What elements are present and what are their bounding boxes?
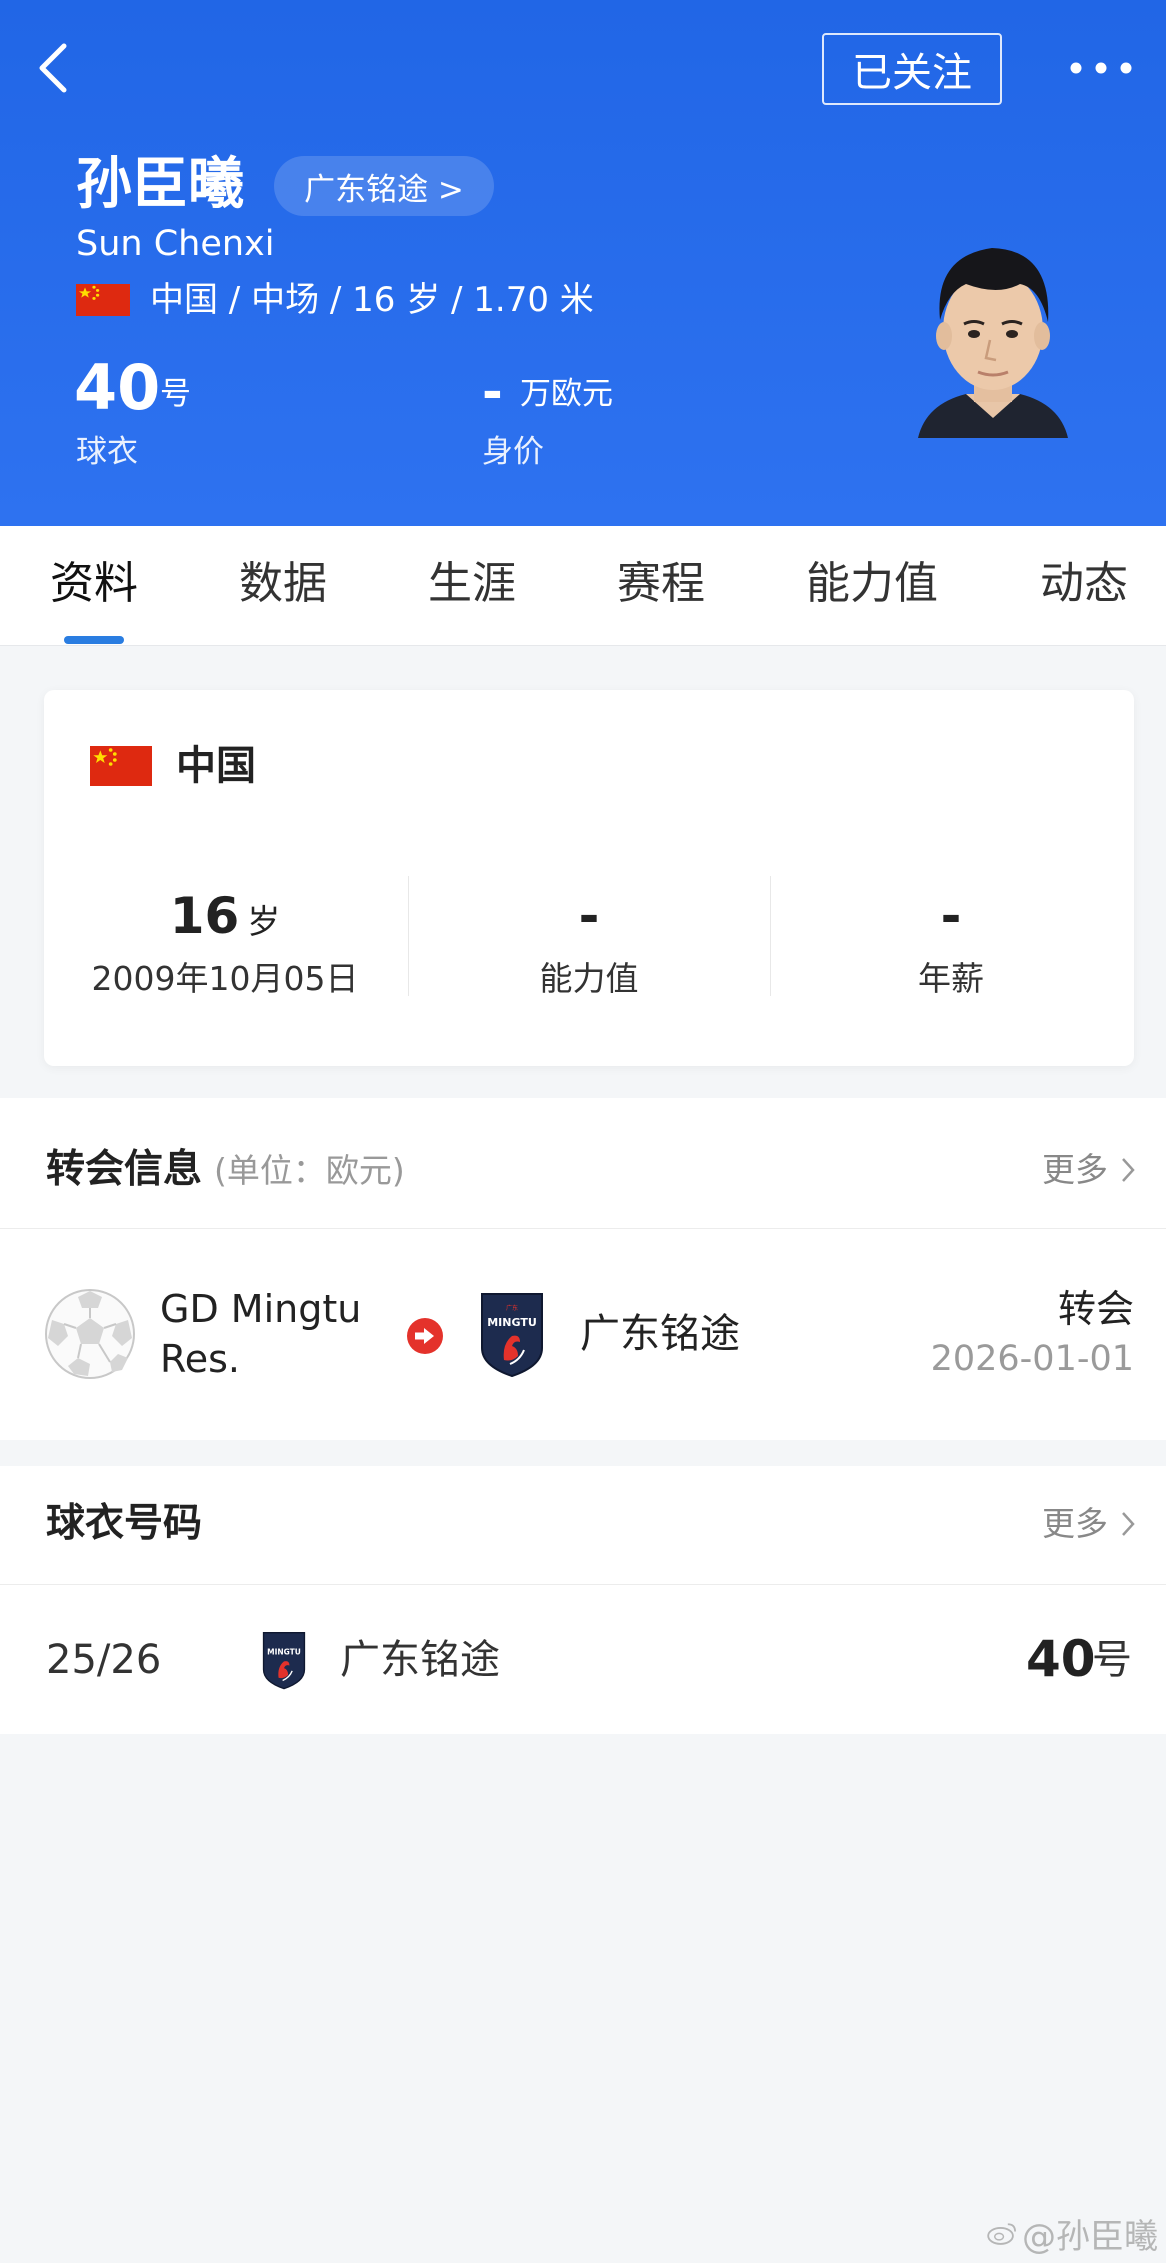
- tab-profile[interactable]: 资料: [50, 554, 138, 614]
- shirt-number-value: 40: [1026, 1630, 1096, 1688]
- transfer-section-title: 转会信息 (单位：欧元): [46, 1142, 405, 1199]
- shirt-number-unit: 号: [160, 376, 191, 412]
- mingtu-crest-icon: MINGTU: [262, 1632, 306, 1690]
- shirt-number-unit: 号: [1092, 1637, 1132, 1683]
- transfer-more-link[interactable]: 更多: [1042, 1142, 1136, 1198]
- more-options-button[interactable]: [1068, 50, 1134, 86]
- age-stat: 16 岁 2009年10月05日: [44, 886, 406, 1002]
- china-flag-icon: [90, 746, 152, 786]
- market-value-label: 身价: [482, 434, 544, 470]
- shirt-number: 40: [74, 351, 161, 424]
- tab-ability[interactable]: 能力值: [806, 554, 938, 614]
- more-label: 更多: [1042, 1504, 1108, 1543]
- country-name: 中国: [176, 743, 256, 789]
- tab-bar: 资料 数据 生涯 赛程 能力值 动态: [0, 526, 1166, 646]
- ability-value: -: [578, 887, 600, 945]
- soccer-ball-icon: [45, 1289, 135, 1379]
- age-unit: 岁: [247, 902, 281, 941]
- player-name-english: Sun Chenxi: [76, 224, 275, 264]
- market-value-unit: 万欧元: [520, 376, 613, 412]
- divider: [0, 1228, 1166, 1229]
- to-team-name[interactable]: 广东铭途: [580, 1306, 740, 1362]
- divider: [0, 1584, 1166, 1585]
- player-header: 已关注 孙臣曦 广东铭途 > Sun Chenxi 中国 / 中场 / 16 岁…: [0, 0, 1166, 526]
- transfer-unit-note: (单位：欧元): [214, 1151, 405, 1190]
- follow-button[interactable]: 已关注: [822, 33, 1002, 105]
- from-team-line: GD Mingtu: [160, 1287, 362, 1331]
- chevron-left-icon: [39, 43, 67, 93]
- tab-feed[interactable]: 动态: [1040, 554, 1128, 614]
- salary-value: -: [940, 887, 962, 945]
- salary-label: 年薪: [918, 959, 984, 998]
- ability-stat: - 能力值: [408, 886, 770, 1002]
- player-meta: 中国 / 中场 / 16 岁 / 1.70 米: [150, 280, 594, 320]
- transfer-type: 转会: [1057, 1287, 1134, 1331]
- ellipsis-icon: [1070, 62, 1132, 74]
- team-chip-button[interactable]: 广东铭途 >: [274, 156, 494, 216]
- from-team-line: Res.: [160, 1337, 240, 1381]
- age-value: 16: [169, 887, 240, 945]
- salary-stat: - 年薪: [770, 886, 1132, 1002]
- svg-text:广东: 广东: [506, 1304, 518, 1312]
- shirt-label: 球衣: [76, 434, 138, 470]
- mingtu-crest-icon[interactable]: MINGTU 广东: [480, 1290, 544, 1378]
- transfer-title-text: 转会信息: [46, 1147, 203, 1192]
- ability-label: 能力值: [539, 959, 639, 998]
- shirt-more-link[interactable]: 更多: [1042, 1496, 1136, 1552]
- chevron-right-icon: [1122, 1512, 1135, 1536]
- tab-career[interactable]: 生涯: [428, 554, 516, 614]
- weibo-watermark: @孙臣曦: [986, 2210, 1158, 2257]
- svg-text:MINGTU: MINGTU: [487, 1316, 537, 1329]
- back-button[interactable]: [30, 38, 80, 98]
- tab-schedule[interactable]: 赛程: [617, 554, 705, 614]
- china-flag-icon: [76, 284, 130, 316]
- transfer-date: 2026-01-01: [930, 1339, 1134, 1379]
- tab-active-indicator: [64, 636, 124, 644]
- weibo-icon: [987, 2223, 1016, 2245]
- player-avatar: [918, 248, 1068, 438]
- market-value: -: [482, 363, 503, 421]
- svg-text:MINGTU: MINGTU: [267, 1648, 301, 1657]
- shirt-section-title: 球衣号码: [46, 1501, 203, 1546]
- profile-card: 中国 16 岁 2009年10月05日 - 能力值 - 年薪: [44, 690, 1134, 1066]
- chevron-right-icon: [1122, 1158, 1135, 1182]
- player-name: 孙臣曦: [76, 152, 244, 217]
- from-team-name[interactable]: GD Mingtu Res.: [160, 1284, 361, 1384]
- watermark-text: @孙臣曦: [1022, 2216, 1158, 2257]
- tab-stats[interactable]: 数据: [239, 554, 327, 614]
- shirt-team-name[interactable]: 广东铭途: [340, 1632, 500, 1688]
- season-label: 25/26: [46, 1637, 162, 1683]
- more-label: 更多: [1042, 1150, 1108, 1189]
- arrow-circle-right-icon: [407, 1318, 443, 1354]
- birth-date: 2009年10月05日: [91, 959, 359, 998]
